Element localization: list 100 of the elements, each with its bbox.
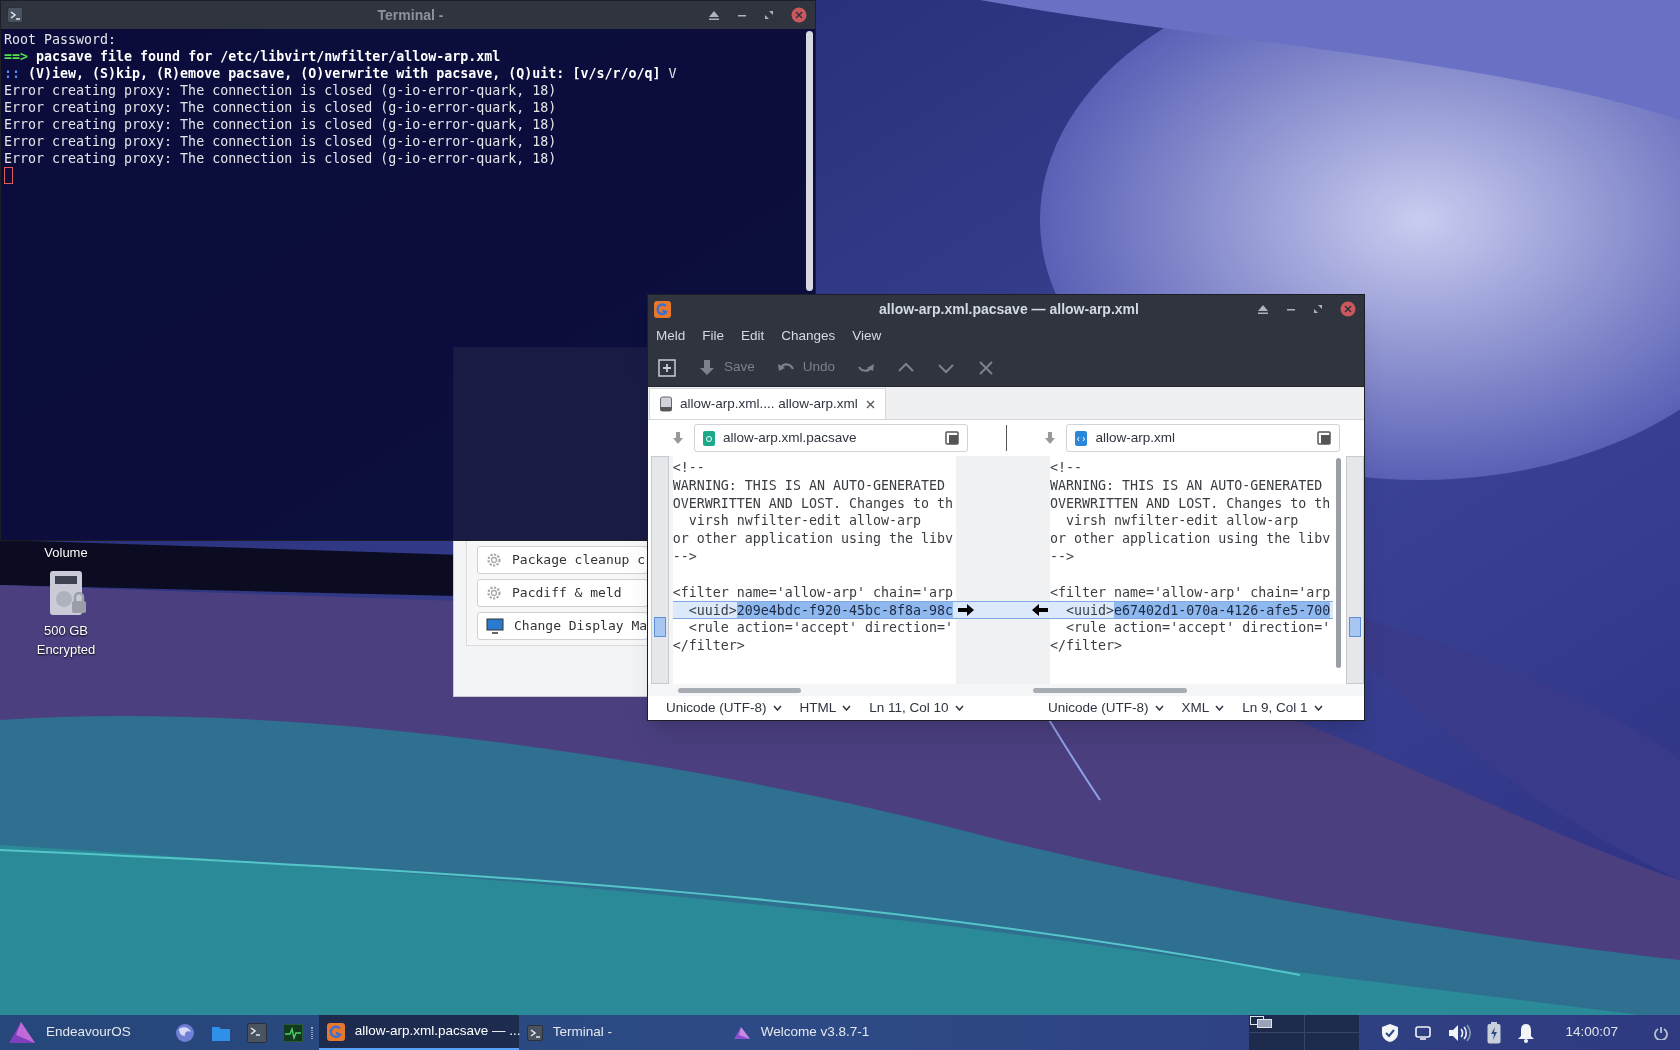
cursor-position-selector[interactable]: Ln 11, Col 10: [869, 697, 964, 719]
code-line: -->: [1050, 548, 1076, 566]
keep-above-icon[interactable]: [1257, 304, 1269, 314]
task-button[interactable]: Change Display Ma: [477, 612, 647, 640]
code-line: <rule action='accept' direction=': [1065, 619, 1332, 637]
meld-logo-icon: [654, 300, 671, 318]
task-button[interactable]: Pacdiff & meld: [477, 579, 647, 607]
code-line: OVERWRITTEN AND LOST. Changes to th: [1050, 494, 1332, 513]
code-line: <filter name='allow-arp' chain='arp: [672, 583, 954, 602]
taskbar-button[interactable]: Welcome v3.8.7-1: [724, 1015, 905, 1050]
file-chooser[interactable]: allow-arp.xml: [1066, 424, 1340, 452]
download-arrow-icon[interactable]: [672, 431, 684, 445]
keep-above-icon[interactable]: [708, 10, 720, 20]
left-arrow-icon[interactable]: [1032, 604, 1049, 617]
file-name: allow-arp.xml.pacsave: [723, 428, 858, 447]
code-line: <!--: [672, 459, 706, 477]
close-icon[interactable]: [791, 7, 807, 23]
menu-item[interactable]: View: [852, 325, 882, 347]
chevron-down-icon: [1215, 705, 1225, 711]
tab[interactable]: allow-arp.xml.... allow-arp.xml: [649, 388, 886, 419]
selected-text: 209e4bdc-f920-45bc-8f8a-98c: [736, 602, 953, 619]
browser-icon[interactable]: [174, 1022, 195, 1043]
code-line: virsh nwfilter-edit allow-arp: [687, 512, 922, 531]
terminal-line: Error creating proxy: The connection is closed (g-io-error-quark, 18): [4, 150, 558, 167]
code-text: <uuid>: [1065, 602, 1115, 619]
scrollbar-thumb[interactable]: [805, 31, 813, 291]
scrollbar-thumb[interactable]: [678, 687, 801, 693]
menu-item[interactable]: File: [702, 325, 725, 347]
monitor-icon: [486, 618, 504, 634]
maximize-icon[interactable]: [1313, 304, 1323, 314]
icon-label: Volume: [43, 544, 89, 562]
notification-bell-icon[interactable]: [1517, 1022, 1536, 1043]
workspace-switcher[interactable]: [1249, 1015, 1360, 1050]
code-file-icon: [1075, 430, 1088, 446]
prompt-marker: ::: [4, 65, 20, 82]
menu-item[interactable]: Meld: [656, 325, 686, 347]
cursor-position-selector[interactable]: Ln 9, Col 1: [1242, 697, 1323, 719]
selected-text: e67402d1-070a-4126-afe5-700: [1114, 602, 1331, 619]
close-icon[interactable]: [1340, 301, 1356, 317]
menu-item[interactable]: Edit: [741, 325, 765, 347]
taskbar-button[interactable]: allow-arp.xml.pacsave — ...: [318, 1015, 519, 1050]
display-icon[interactable]: [1415, 1025, 1432, 1040]
power-icon[interactable]: [1654, 1025, 1668, 1040]
terminal-icon: [7, 7, 23, 23]
language-selector[interactable]: HTML: [799, 697, 852, 719]
terminal-line: Error creating proxy: The connection is closed (g-io-error-quark, 18): [4, 99, 558, 116]
terminal-icon: [526, 1024, 543, 1041]
terminal-line: Error creating proxy: The connection is closed (g-io-error-quark, 18): [4, 133, 558, 150]
right-arrow-icon[interactable]: [958, 604, 974, 617]
copy-icon[interactable]: [944, 431, 959, 445]
chevron-down-icon: [772, 705, 782, 711]
save-icon: [698, 358, 716, 377]
triangle-logo-icon: [732, 1025, 751, 1040]
new-comparison-icon[interactable]: [658, 358, 676, 377]
language-selector[interactable]: XML: [1181, 697, 1225, 719]
icon-label: 500 GB Encrypted: [35, 622, 97, 659]
code-line: <rule action='accept' direction=': [687, 619, 954, 637]
volume-icon[interactable]: [1447, 1022, 1472, 1043]
scrollbar-thumb[interactable]: [1335, 458, 1341, 668]
code-line: -->: [672, 548, 698, 566]
gear-icon: [486, 552, 502, 568]
encoding-selector[interactable]: Unicode (UTF-8): [666, 697, 782, 719]
code-line: WARNING: THIS IS AN AUTO-GENERATED: [672, 476, 946, 495]
menu-item[interactable]: Changes: [781, 325, 836, 347]
chevron-down-icon: [1313, 705, 1323, 711]
code-line: or other application using the libv: [672, 530, 954, 548]
system-monitor-icon[interactable]: [282, 1023, 303, 1042]
terminal-line: (V)iew, (S)kip, (R)emove pacsave, (O)verwrite with pacsave, (Q)uit: [v/s/r/o/q]: [28, 65, 661, 82]
start-menu-button[interactable]: EndeavourOS: [0, 1015, 151, 1050]
chevron-down-icon: [1154, 705, 1164, 711]
scrollbar-thumb[interactable]: [1033, 687, 1187, 693]
download-arrow-icon[interactable]: [1044, 431, 1057, 445]
copy-icon[interactable]: [1317, 431, 1331, 445]
code-line: WARNING: THIS IS AN AUTO-GENERATED: [1050, 476, 1324, 495]
change-marker: [1349, 617, 1362, 637]
code-line: virsh nwfilter-edit allow-arp: [1065, 512, 1300, 531]
chevron-down-icon: [842, 705, 852, 711]
maximize-icon[interactable]: [764, 10, 774, 20]
code-line: <!--: [1050, 459, 1084, 477]
window-thumbnails-icon: [1250, 1016, 1273, 1028]
tab-label: allow-arp.xml.... allow-arp.xml: [680, 394, 858, 413]
encoding-selector[interactable]: Unicode (UTF-8): [1048, 697, 1164, 719]
terminal-line: Root Password:: [4, 31, 118, 48]
triangle-logo-icon: [8, 1020, 36, 1045]
shield-icon[interactable]: [1381, 1022, 1400, 1043]
typed-answer: V: [668, 65, 677, 82]
terminal-line: Error creating proxy: The connection is closed (g-io-error-quark, 18): [4, 82, 558, 99]
window-title: Terminal -: [377, 5, 444, 25]
battery-icon[interactable]: [1487, 1021, 1502, 1044]
archive-file-icon: [703, 430, 715, 446]
code-line: or other application using the libv: [1050, 530, 1332, 548]
terminal-icon[interactable]: [246, 1022, 267, 1043]
chevron-down-icon: [954, 705, 964, 711]
window-title: allow-arp.xml.pacsave — allow-arp.xml: [879, 299, 1139, 319]
file-chooser[interactable]: allow-arp.xml.pacsave: [694, 424, 968, 452]
code-text: <uuid>: [687, 602, 737, 619]
task-button[interactable]: Package cleanup c: [477, 546, 647, 574]
terminal-line: pacsave file found for /etc/libvirt/nwfilter/allow-arp.xml: [36, 48, 501, 65]
code-line: </filter>: [672, 636, 746, 655]
close-icon[interactable]: [865, 399, 875, 409]
